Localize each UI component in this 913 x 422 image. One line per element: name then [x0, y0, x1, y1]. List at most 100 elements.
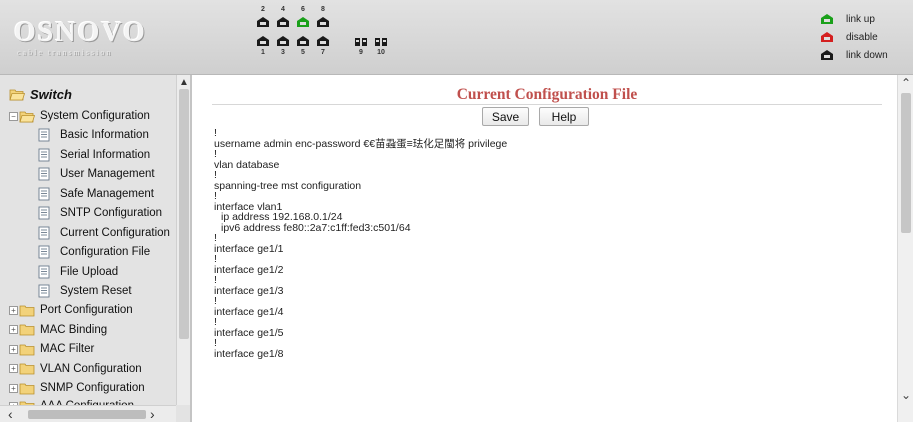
config-line: !: [214, 274, 217, 286]
main-vertical-scrollbar[interactable]: ⌃ ⌄: [897, 75, 913, 422]
port-4-icon[interactable]: [276, 16, 290, 28]
sidebar-item-label: Serial Information: [60, 148, 151, 161]
sidebar-item-label: System Configuration: [40, 110, 150, 122]
configuration-text: ! username admin enc-password €€苗蝨蛋≡珐化足閩…: [214, 128, 884, 359]
help-button[interactable]: Help: [539, 107, 589, 126]
document-icon: [38, 226, 50, 239]
scroll-down-icon[interactable]: ⌄: [901, 388, 911, 402]
scroll-up-icon[interactable]: ▲: [179, 77, 189, 88]
sidebar-item-safe-management[interactable]: Safe Management: [38, 185, 154, 203]
sidebar-item-serial-information[interactable]: Serial Information: [38, 146, 150, 164]
document-icon: [38, 148, 50, 161]
collapse-icon[interactable]: −: [9, 111, 18, 121]
open-folder-icon: [9, 89, 25, 101]
sidebar-item-label: System Reset: [60, 285, 132, 297]
tree-root-switch[interactable]: Switch: [9, 87, 72, 102]
sidebar-item-label: SNMP Configuration: [40, 382, 145, 394]
sidebar-item-mac-binding[interactable]: + MAC Binding: [9, 321, 107, 339]
port-7-icon[interactable]: [316, 35, 330, 47]
config-line: interface ge1/2: [214, 263, 284, 276]
config-line: vlan database: [214, 158, 280, 171]
folder-icon: [19, 383, 35, 394]
port-number: 8: [321, 6, 325, 13]
legend-disable: disable: [820, 28, 888, 46]
expand-icon[interactable]: +: [9, 325, 18, 334]
port-number: 3: [281, 49, 285, 56]
port-panel: 2 4 6 8 1 3 5 7 9 10: [250, 6, 420, 66]
document-icon: [38, 128, 50, 142]
expand-icon[interactable]: +: [9, 344, 18, 354]
scrollbar-thumb[interactable]: [28, 410, 146, 419]
header-bar: OSNOVO cable transmission 2 4 6 8 1 3 5 …: [0, 0, 913, 75]
scroll-up-icon[interactable]: ⌃: [901, 76, 911, 90]
sfp-port-9-icon[interactable]: [354, 35, 368, 47]
sidebar-item-label: VLAN Configuration: [40, 362, 142, 375]
sidebar-item-label: SNTP Configuration: [60, 207, 163, 219]
legend-link-down: link down: [820, 46, 888, 64]
config-line: interface ge1/4: [214, 305, 284, 318]
sidebar-item-sntp-configuration[interactable]: SNTP Configuration: [38, 204, 162, 222]
sidebar-item-port-configuration[interactable]: + Port Configuration: [9, 301, 133, 319]
sidebar-vertical-scrollbar[interactable]: ▲: [176, 75, 190, 405]
sidebar-item-system-reset[interactable]: System Reset: [38, 282, 132, 300]
sfp-port-10-icon[interactable]: [374, 35, 388, 47]
port-5-icon[interactable]: [296, 35, 310, 47]
save-button[interactable]: Save: [482, 107, 529, 126]
folder-icon: [19, 344, 35, 355]
sidebar-item-label: File Upload: [60, 265, 119, 278]
scrollbar-thumb[interactable]: [901, 93, 911, 233]
main-content: Current Configuration File Save Help ! u…: [194, 75, 913, 422]
open-folder-icon: [19, 111, 35, 122]
sidebar-item-snmp-configuration[interactable]: + SNMP Configuration: [9, 379, 145, 397]
scroll-right-icon[interactable]: ›: [150, 406, 155, 422]
port-number: 4: [281, 6, 285, 13]
port-number: 7: [321, 49, 325, 56]
expand-icon[interactable]: +: [9, 364, 18, 373]
sidebar-item-configuration-file[interactable]: Configuration File: [38, 243, 150, 261]
config-line: interface ge1/5: [214, 326, 284, 339]
document-icon: [38, 187, 50, 200]
sidebar-item-current-configuration[interactable]: Current Configuration: [38, 224, 170, 242]
config-line: ipv6 address fe80::2a7:c1ff:fed3:c501/64: [221, 221, 411, 234]
document-icon: [38, 245, 50, 259]
scrollbar-thumb[interactable]: [179, 89, 189, 339]
config-line: !: [214, 316, 217, 328]
sidebar-item-user-management[interactable]: User Management: [38, 165, 155, 183]
port-6-icon[interactable]: [296, 16, 310, 28]
sidebar-item-basic-information[interactable]: Basic Information: [38, 126, 149, 144]
folder-icon: [19, 305, 35, 316]
config-line: username admin enc-password €€苗蝨蛋≡珐化足閩将 …: [214, 137, 508, 150]
config-line: !: [214, 190, 217, 202]
port-number: 6: [301, 6, 305, 13]
logo-subtitle: cable transmission: [17, 48, 113, 57]
port-2-icon[interactable]: [256, 16, 270, 28]
sidebar-item-label: MAC Filter: [40, 343, 95, 355]
config-line: !: [214, 232, 217, 244]
config-line: !: [214, 169, 217, 181]
folder-icon: [19, 324, 35, 336]
port-1-icon[interactable]: [256, 35, 270, 47]
config-line: !: [214, 148, 217, 160]
sidebar-horizontal-scrollbar[interactable]: ‹ ›: [0, 405, 176, 422]
sidebar-item-mac-filter[interactable]: + MAC Filter: [9, 340, 94, 358]
link-down-icon: [820, 49, 834, 61]
sidebar-item-file-upload[interactable]: File Upload: [38, 263, 118, 281]
sidebar-item-system-configuration[interactable]: − System Configuration: [9, 107, 150, 125]
scroll-left-icon[interactable]: ‹: [8, 406, 13, 422]
sidebar-item-label: Configuration File: [60, 246, 151, 258]
config-line: spanning-tree mst configuration: [214, 179, 362, 192]
brand-logo: OSNOVO cable transmission: [14, 18, 174, 58]
sidebar-item-label: Safe Management: [60, 187, 154, 200]
config-line: interface ge1/1: [214, 242, 284, 255]
sidebar-item-label: Current Configuration: [60, 226, 170, 239]
sidebar-item-vlan-configuration[interactable]: + VLAN Configuration: [9, 360, 142, 378]
sidebar: Switch − System Configuration Basic Info…: [0, 75, 192, 422]
port-number: 2: [261, 6, 265, 13]
port-8-icon[interactable]: [316, 16, 330, 28]
port-3-icon[interactable]: [276, 35, 290, 47]
disable-icon: [820, 31, 834, 43]
legend-label: link down: [846, 49, 888, 61]
expand-icon[interactable]: +: [9, 383, 18, 393]
expand-icon[interactable]: +: [9, 305, 18, 315]
legend-label: link up: [846, 13, 875, 25]
